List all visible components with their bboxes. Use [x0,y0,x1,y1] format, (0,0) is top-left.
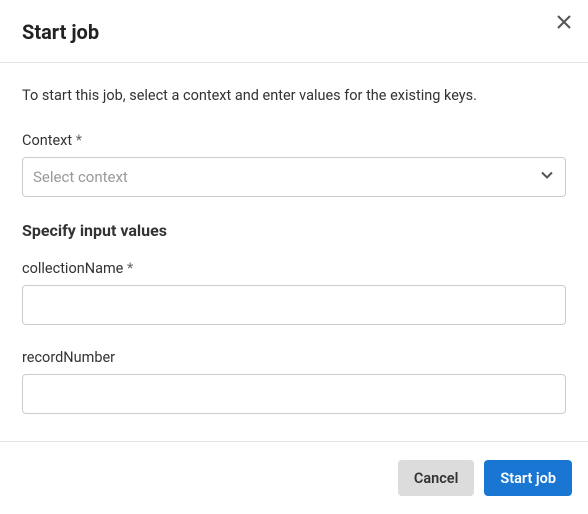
start-job-modal: Start job To start this job, select a co… [0,0,588,514]
modal-footer: Cancel Start job [0,441,588,514]
input-values-section-title: Specify input values [22,221,566,240]
modal-title: Start job [22,20,566,44]
start-job-button[interactable]: Start job [484,460,572,496]
record-number-label: recordNumber [22,349,566,366]
record-number-field-group: recordNumber [22,349,566,414]
collection-name-field-group: collectionName * [22,260,566,325]
cancel-button[interactable]: Cancel [398,460,475,496]
required-marker: * [76,132,82,149]
required-marker: * [127,260,133,277]
context-select[interactable]: Select context [22,157,566,197]
modal-header: Start job [0,0,588,63]
modal-description: To start this job, select a context and … [22,87,566,104]
record-number-input[interactable] [22,374,566,414]
context-select-wrapper: Select context [22,157,566,197]
modal-body: To start this job, select a context and … [0,63,588,441]
context-label-text: Context [22,132,72,149]
collection-name-input[interactable] [22,285,566,325]
context-label: Context * [22,132,566,149]
collection-name-label-text: collectionName [22,260,123,277]
collection-name-label: collectionName * [22,260,566,277]
record-number-label-text: recordNumber [22,349,115,366]
close-button[interactable] [554,12,574,32]
context-field-group: Context * Select context [22,132,566,197]
close-icon [556,14,572,30]
